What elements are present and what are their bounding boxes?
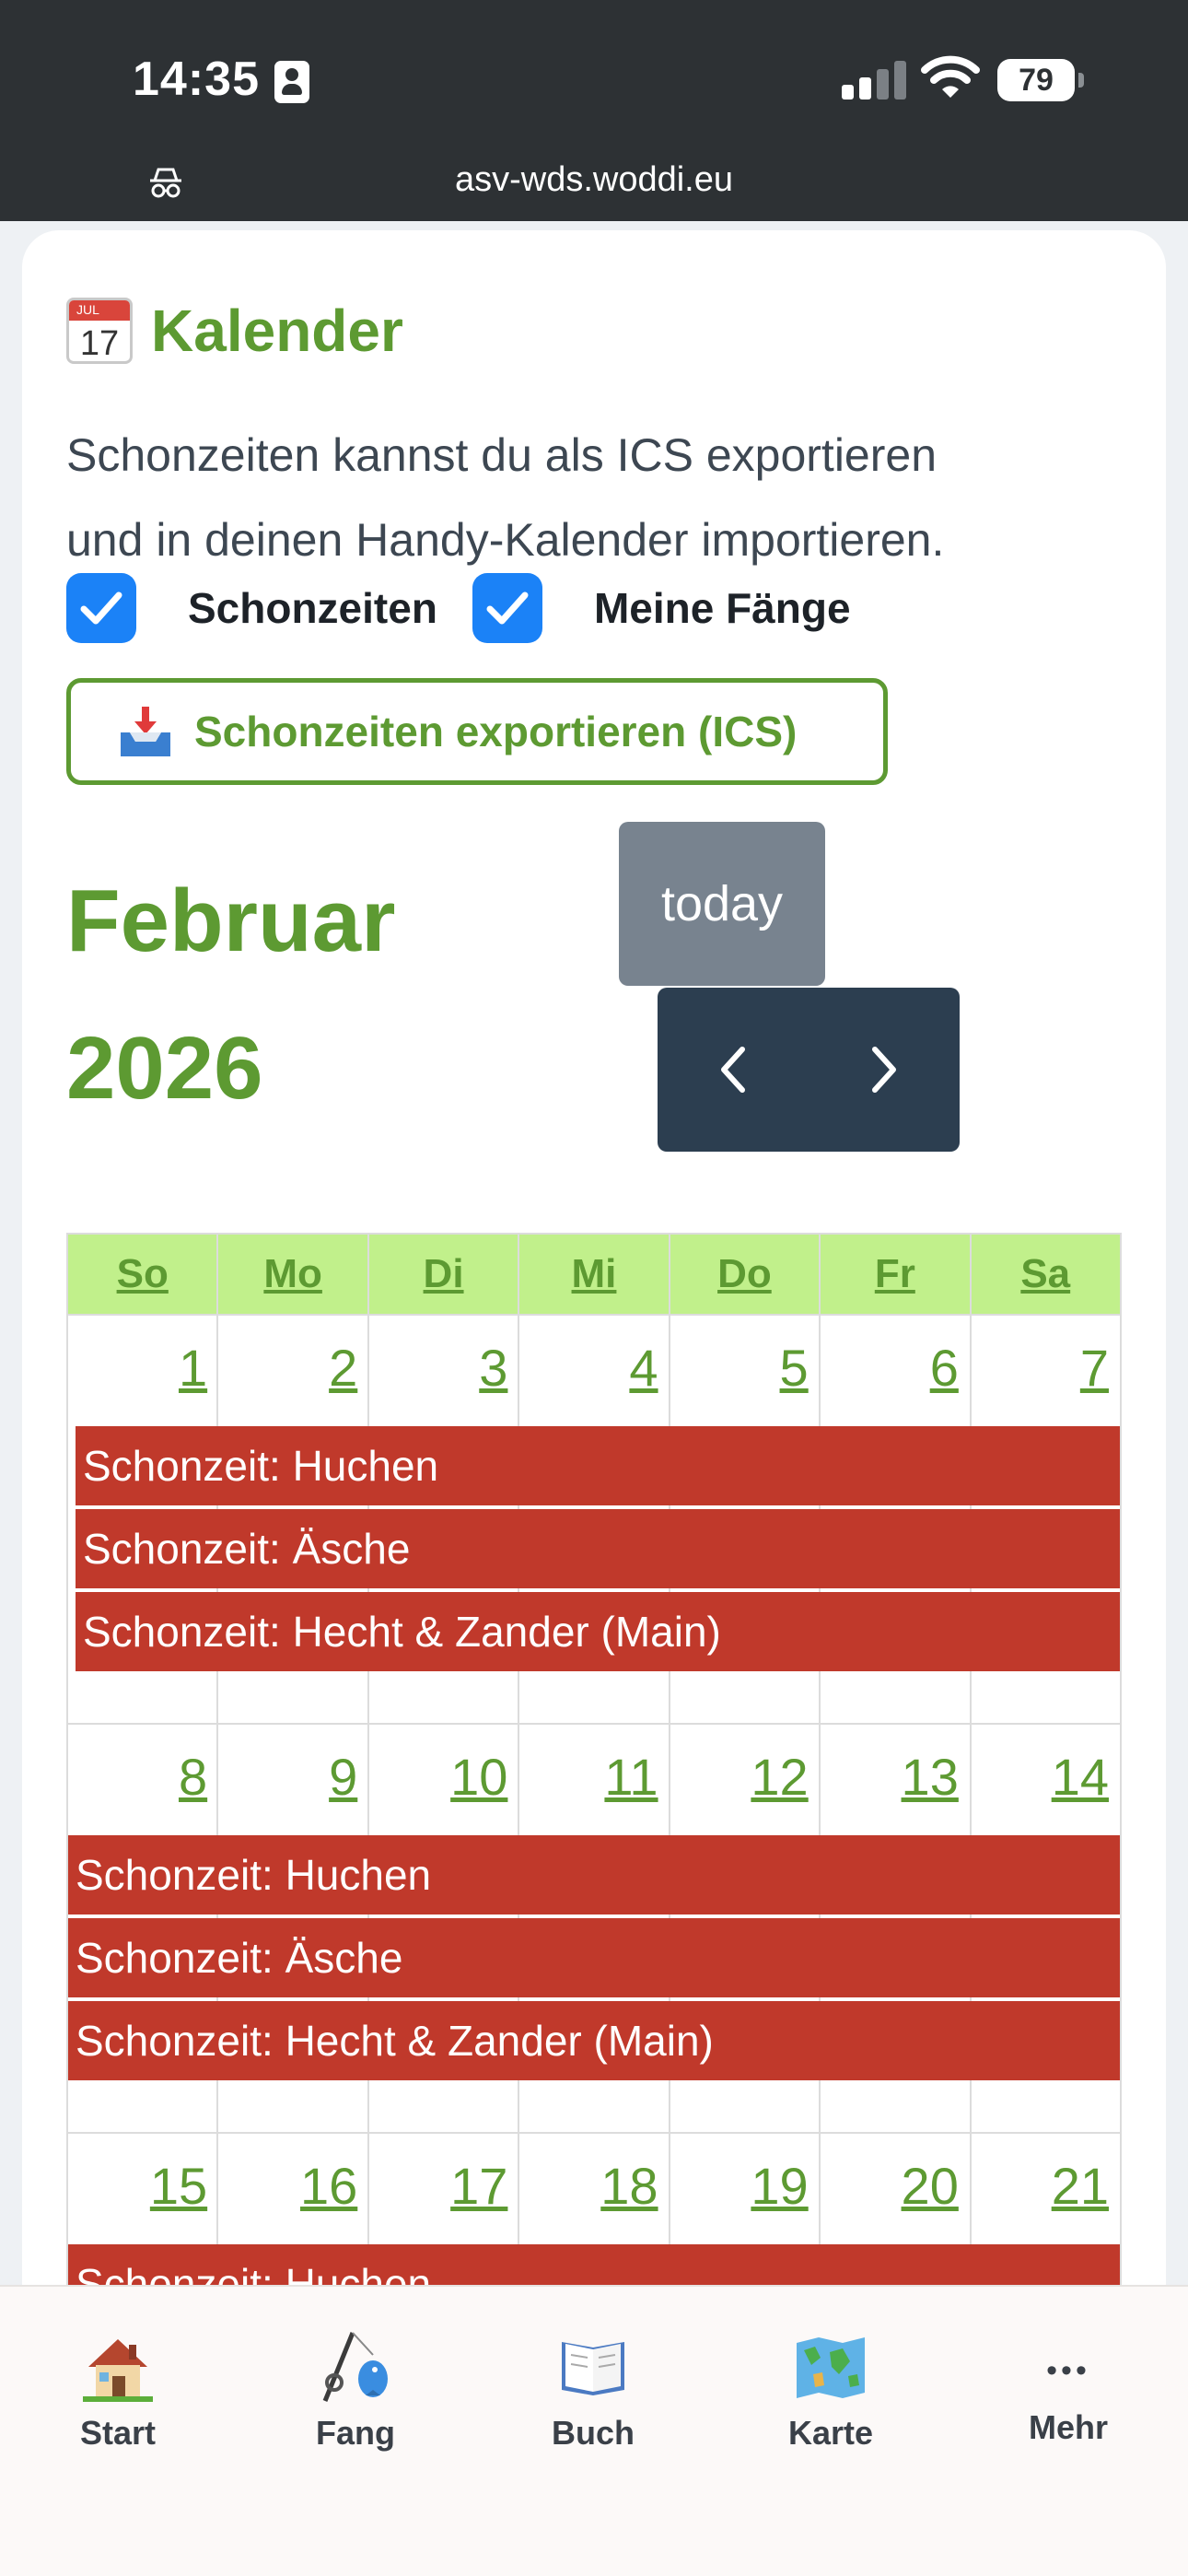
day-number[interactable]: 8 [68, 1725, 218, 1835]
month-calendar-grid: So Mo Di Mi Do Fr Sa 1 2 3 4 5 6 7 Schon… [66, 1233, 1122, 2377]
calendar-heading: JUL 17 Kalender [66, 297, 403, 365]
day-number[interactable]: 4 [518, 1316, 669, 1426]
page-title: Kalender [151, 298, 403, 364]
calendar-event[interactable]: Schonzeit: Huchen [76, 1426, 1120, 1505]
day-number[interactable]: 12 [670, 1725, 820, 1835]
closed-seasons-label[interactable]: Schonzeiten [188, 583, 437, 633]
bottom-tab-bar: Start Fang Buch Karte ••• Mehr [0, 2285, 1188, 2576]
my-catches-checkbox[interactable] [472, 573, 542, 643]
intro-text: Schonzeiten kannst du als ICS exportiere… [66, 429, 945, 566]
weekday-header-row: So Mo Di Mi Do Fr Sa [66, 1233, 1122, 1316]
tab-book[interactable]: Buch [501, 2325, 685, 2453]
battery-indicator: 79 [997, 59, 1084, 101]
day-number[interactable]: 10 [368, 1725, 518, 1835]
day-number[interactable]: 11 [518, 1725, 669, 1835]
chevron-left-icon [721, 1047, 745, 1093]
my-catches-label[interactable]: Meine Fänge [594, 583, 851, 633]
export-ics-button[interactable]: Schonzeiten exportieren (ICS) [66, 678, 888, 785]
previous-month-button[interactable] [658, 988, 809, 1152]
weekday-wednesday[interactable]: Mi [519, 1235, 670, 1314]
day-number[interactable]: 1 [68, 1316, 218, 1426]
day-number[interactable]: 3 [368, 1316, 518, 1426]
weekday-friday[interactable]: Fr [821, 1235, 972, 1314]
tab-more[interactable]: ••• Mehr [976, 2338, 1160, 2447]
wifi-icon [921, 55, 980, 98]
fishing-rod-icon [322, 2332, 388, 2402]
calendar-event[interactable]: Schonzeit: Äsche [68, 1918, 1120, 1997]
status-time: 14:35 [133, 53, 260, 106]
day-number[interactable]: 15 [68, 2134, 218, 2244]
inbox-tray-icon [121, 707, 170, 756]
closed-seasons-checkbox[interactable] [66, 573, 136, 643]
status-bar: 14:35 79 asv-wds.woddi.eu [0, 0, 1188, 221]
day-number[interactable]: 21 [970, 2134, 1120, 2244]
tab-start[interactable]: Start [26, 2325, 210, 2453]
calendar-event[interactable]: Schonzeit: Hecht & Zander (Main) [76, 1592, 1120, 1671]
world-map-icon [797, 2337, 865, 2398]
month-title: Februar 2026 [66, 872, 396, 1118]
tab-catch[interactable]: Fang [263, 2325, 448, 2453]
more-icon: ••• [1046, 2352, 1090, 2388]
day-number[interactable]: 7 [970, 1316, 1120, 1426]
day-number[interactable]: 16 [218, 2134, 368, 2244]
calendar-week: 8 9 10 11 12 13 14 Schonzeit: Huchen Sch… [66, 1725, 1122, 2134]
day-number[interactable]: 19 [670, 2134, 820, 2244]
day-number[interactable]: 17 [368, 2134, 518, 2244]
url-address[interactable]: asv-wds.woddi.eu [0, 160, 1188, 200]
weekday-saturday[interactable]: Sa [972, 1235, 1120, 1314]
calendar-event[interactable]: Schonzeit: Äsche [76, 1509, 1120, 1588]
calendar-filters: Schonzeiten Meine Fänge [66, 573, 886, 643]
day-number[interactable]: 13 [820, 1725, 970, 1835]
checkmark-icon [486, 591, 529, 625]
calendar-event[interactable]: Schonzeit: Hecht & Zander (Main) [68, 2001, 1120, 2080]
cellular-signal-icon [842, 61, 906, 100]
day-number[interactable]: 18 [518, 2134, 669, 2244]
day-number[interactable]: 5 [670, 1316, 820, 1426]
calendar-event[interactable]: Schonzeit: Huchen [68, 1835, 1120, 1914]
day-number[interactable]: 9 [218, 1725, 368, 1835]
today-button[interactable]: today [619, 822, 825, 986]
day-number[interactable]: 6 [820, 1316, 970, 1426]
day-number[interactable]: 20 [820, 2134, 970, 2244]
calendar-icon: JUL 17 [66, 298, 133, 364]
day-number[interactable]: 2 [218, 1316, 368, 1426]
export-button-label: Schonzeiten exportieren (ICS) [194, 708, 798, 755]
house-icon [83, 2339, 153, 2402]
day-number[interactable]: 14 [970, 1725, 1120, 1835]
checkmark-icon [80, 591, 122, 625]
month-navigation [658, 988, 960, 1152]
weekday-monday[interactable]: Mo [218, 1235, 369, 1314]
weekday-sunday[interactable]: So [68, 1235, 219, 1314]
contact-card-icon [274, 61, 309, 103]
weekday-tuesday[interactable]: Di [369, 1235, 520, 1314]
next-month-button[interactable] [809, 988, 960, 1152]
chevron-right-icon [872, 1047, 896, 1093]
tab-map[interactable]: Karte [739, 2325, 923, 2453]
calendar-week: 1 2 3 4 5 6 7 Schonzeit: Huchen Schonzei… [66, 1316, 1122, 1725]
open-book-icon [562, 2342, 624, 2395]
weekday-thursday[interactable]: Do [670, 1235, 821, 1314]
